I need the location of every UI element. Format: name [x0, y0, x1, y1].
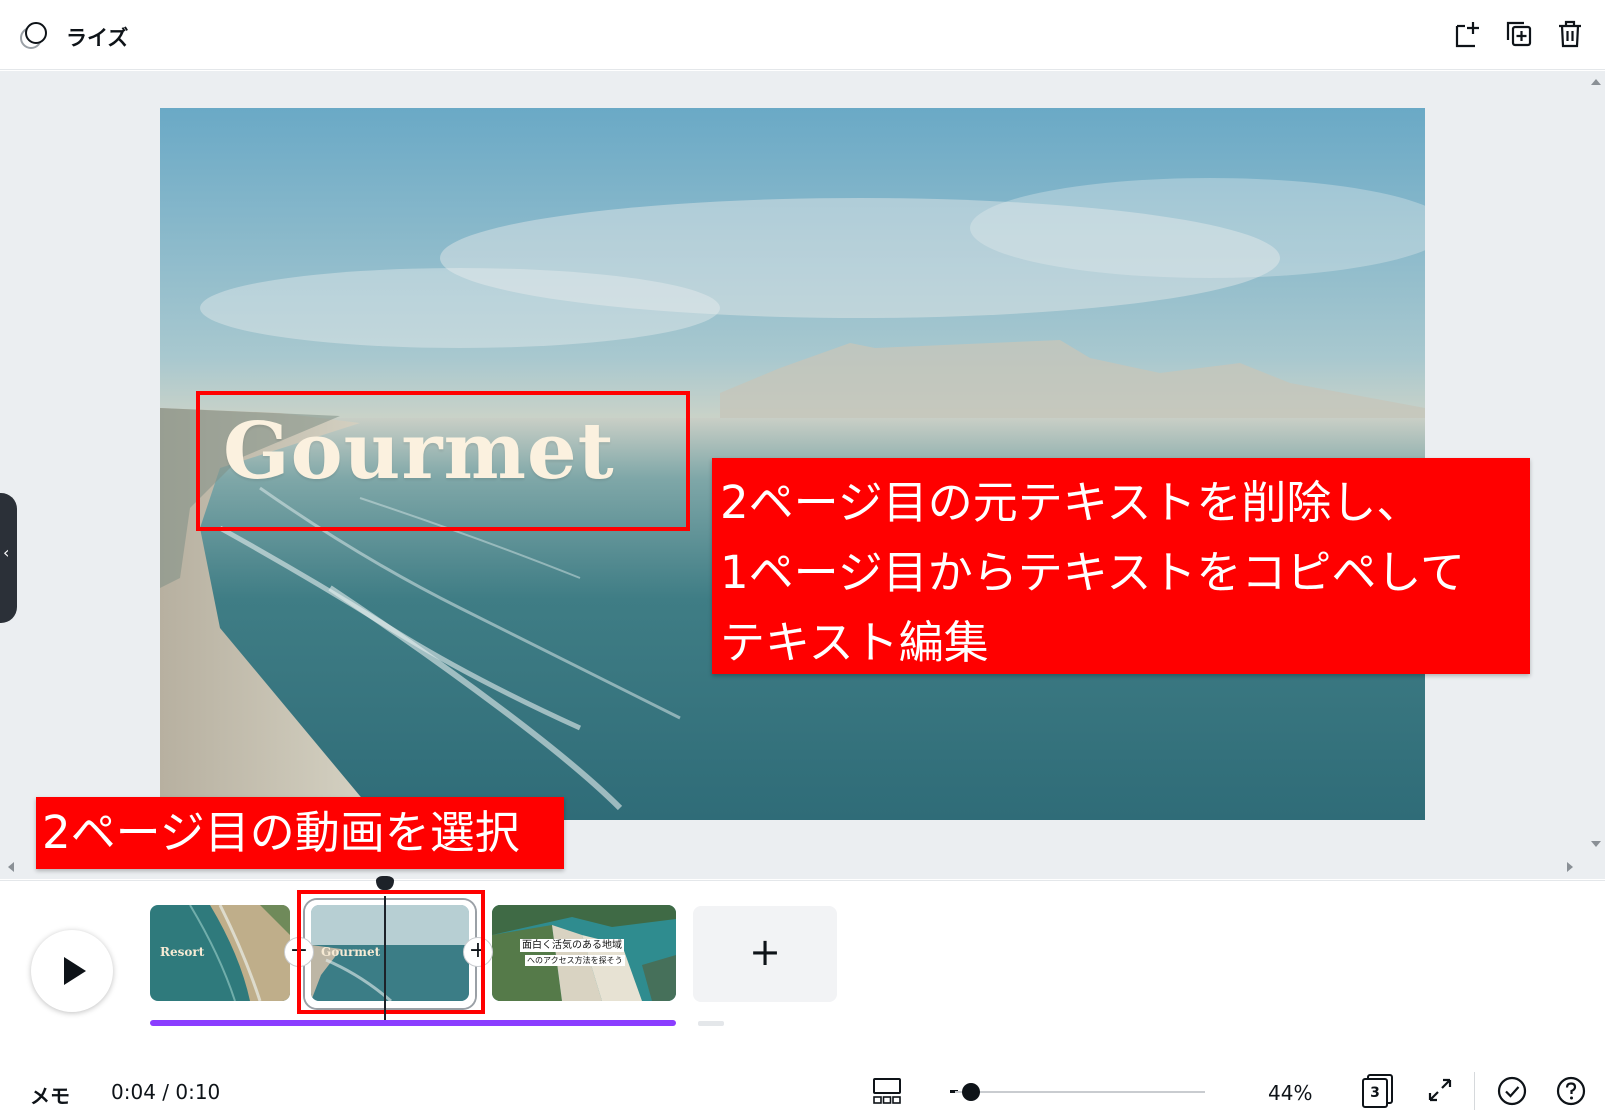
instruction-line: テキスト編集 — [720, 616, 989, 669]
timeline-end-marker — [698, 1021, 724, 1026]
scroll-left-icon[interactable] — [8, 862, 14, 872]
page-count: 3 — [1362, 1078, 1388, 1108]
select-instruction-callout: 2ページ目の動画を選択 — [36, 797, 564, 869]
text-highlight-box — [196, 391, 690, 531]
instruction-line: 1ページ目からテキストをコピペして — [720, 546, 1466, 599]
edit-instruction-callout: 2ページ目の元テキストを削除し、 1ページ目からテキストをコピペして テキスト編… — [712, 458, 1530, 674]
delete-icon[interactable] — [1554, 18, 1586, 50]
clip-thumbnail — [492, 905, 676, 1001]
playback-time: 0:04 / 0:10 — [111, 1080, 221, 1104]
editor-top-bar: ライズ — [0, 0, 1605, 70]
scroll-right-icon[interactable] — [1567, 862, 1573, 872]
play-icon — [64, 957, 86, 985]
help-icon[interactable] — [1555, 1075, 1587, 1107]
footer-divider — [1474, 1072, 1475, 1110]
add-page-button[interactable]: + — [693, 906, 837, 1002]
timeline-clip-3[interactable]: 面白く活気のある地域 へのアクセス方法を探そう — [492, 905, 676, 1001]
clip-title: Resort — [160, 945, 205, 959]
scroll-down-icon[interactable] — [1591, 841, 1601, 847]
page-count-button[interactable]: 3 — [1362, 1074, 1394, 1108]
animation-icon[interactable] — [18, 20, 50, 52]
duplicate-page-icon[interactable] — [1503, 18, 1535, 50]
clip-caption-line: へのアクセス方法を探そう — [525, 955, 625, 966]
notes-button[interactable]: メモ — [30, 1080, 70, 1109]
zoom-level[interactable]: 44% — [1268, 1081, 1312, 1105]
zoom-slider-handle[interactable] — [962, 1083, 980, 1101]
chevron-left-icon: ‹ — [3, 543, 10, 562]
timeline-progress-bar[interactable] — [150, 1020, 676, 1026]
animation-label[interactable]: ライズ — [66, 22, 128, 52]
clip-caption-line: 面白く活気のある地域 — [520, 939, 624, 952]
playhead[interactable] — [384, 896, 386, 1022]
play-button[interactable] — [31, 930, 113, 1012]
fullscreen-icon[interactable] — [1425, 1075, 1455, 1105]
check-circle-icon[interactable] — [1496, 1075, 1528, 1107]
zoom-slider[interactable] — [955, 1091, 1205, 1093]
vertical-scrollbar[interactable] — [1587, 71, 1605, 861]
scroll-up-icon[interactable] — [1591, 79, 1601, 85]
timeline-clip-1[interactable]: Resort — [150, 905, 290, 1001]
instruction-line: 2ページ目の元テキストを削除し、 — [720, 476, 1422, 529]
clip-highlight-box — [297, 890, 485, 1014]
grid-view-icon[interactable] — [872, 1077, 902, 1105]
side-panel-toggle[interactable]: ‹ — [0, 493, 17, 623]
playhead-handle[interactable] — [376, 876, 394, 890]
add-page-icon[interactable] — [1451, 18, 1483, 50]
